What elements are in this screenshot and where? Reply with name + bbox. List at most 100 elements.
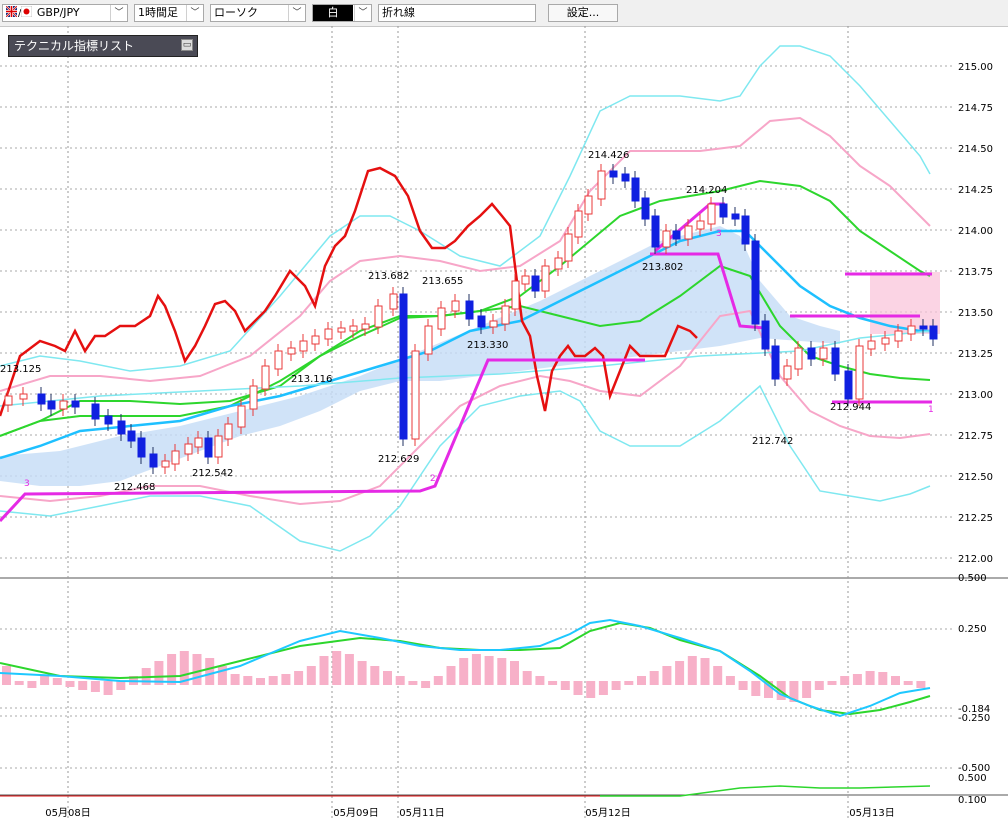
symbol-label: GBP/JPY bbox=[36, 6, 80, 19]
candle-body bbox=[554, 257, 563, 270]
indicator-list-panel[interactable]: テクニカル指標リスト ▭ bbox=[8, 35, 198, 57]
macd-histogram-bar bbox=[598, 681, 608, 695]
wave-label: 3 bbox=[24, 479, 30, 489]
macd-histogram-bar bbox=[90, 681, 100, 692]
indicator-axis: 0.5000.250-0.184-0.250-0.5000.5000.100 bbox=[958, 573, 990, 806]
chevron-down-icon[interactable]: ﹀ bbox=[288, 5, 305, 21]
candle-body bbox=[696, 220, 705, 230]
chevron-down-icon[interactable]: ﹀ bbox=[186, 5, 203, 21]
timeframe-label: 1時間足 bbox=[138, 6, 178, 19]
candle-body bbox=[631, 177, 640, 202]
symbol-select[interactable]: / GBP/JPY ﹀ bbox=[2, 4, 128, 22]
macd-histogram-bar bbox=[624, 681, 634, 685]
candle-body bbox=[684, 225, 693, 240]
macd-histogram-bar bbox=[421, 681, 431, 688]
macd-histogram-bar bbox=[903, 681, 913, 685]
candle-body bbox=[831, 347, 840, 375]
chevron-down-icon[interactable]: ﹀ bbox=[110, 5, 127, 21]
macd-histogram-bar bbox=[332, 651, 342, 685]
candle-body bbox=[389, 293, 398, 310]
macd-histogram-bar bbox=[78, 681, 88, 690]
candle-body bbox=[584, 195, 593, 215]
candle-body bbox=[894, 330, 903, 342]
candle-body bbox=[783, 365, 792, 380]
wave-label: 1 bbox=[928, 405, 934, 415]
macd-histogram-bar bbox=[586, 681, 596, 698]
macd-histogram-bar bbox=[522, 671, 532, 685]
macd-histogram-bar bbox=[662, 666, 672, 685]
macd-histogram-bar bbox=[535, 676, 545, 685]
candle-body bbox=[731, 213, 740, 220]
chart-style-label: ローソク bbox=[214, 6, 258, 19]
indicator-list-title: テクニカル指標リスト bbox=[14, 39, 135, 53]
price-axis: 215.00 214.75 214.50 214.25 214.00 213.75 213.… bbox=[958, 62, 993, 565]
candle-body bbox=[194, 437, 203, 448]
chart-style-select[interactable]: ローソク ﹀ bbox=[210, 4, 306, 22]
candle-body bbox=[761, 320, 770, 350]
candle-body bbox=[919, 325, 928, 330]
price-annotation: 213.125 bbox=[0, 364, 41, 375]
candle-body bbox=[149, 453, 158, 468]
candle-body bbox=[807, 347, 816, 360]
candle-body bbox=[261, 365, 270, 390]
candle-body bbox=[399, 293, 408, 440]
candle-body bbox=[374, 305, 383, 328]
candle-body bbox=[531, 275, 540, 292]
macd-histogram-bar bbox=[751, 681, 761, 696]
candle-body bbox=[574, 210, 583, 238]
indicator-tick-label: 0.250 bbox=[958, 624, 987, 635]
price-tick-label: 214.25 bbox=[958, 185, 993, 196]
candle-body bbox=[794, 347, 803, 370]
maximize-icon[interactable]: ▭ bbox=[181, 39, 193, 51]
color-label: 白 bbox=[313, 5, 353, 21]
candle-body bbox=[521, 275, 530, 285]
macd-histogram-bar bbox=[459, 658, 469, 685]
candle-body bbox=[477, 315, 486, 328]
macd-histogram-bar bbox=[484, 656, 494, 685]
candle-body bbox=[117, 420, 126, 435]
candle-body bbox=[337, 327, 346, 333]
price-chart[interactable]: 215.00 214.75 214.50 214.25 214.00 213.75 213.… bbox=[0, 26, 1008, 820]
macd-histogram-bar bbox=[865, 671, 875, 685]
chevron-down-icon[interactable]: ﹀ bbox=[354, 5, 371, 21]
candle-body bbox=[437, 307, 446, 330]
uk-flag-icon bbox=[6, 6, 17, 17]
candle-body bbox=[424, 325, 433, 355]
candle-body bbox=[465, 300, 474, 320]
macd-histogram-bar bbox=[840, 676, 850, 685]
candle-body bbox=[929, 325, 938, 340]
wave-label: 2 bbox=[430, 474, 436, 484]
candle-body bbox=[651, 215, 660, 248]
price-annotation: 214.426 bbox=[588, 150, 629, 161]
indicator-tick-label: 0.100 bbox=[958, 795, 987, 806]
settings-button[interactable]: 設定... bbox=[548, 4, 618, 22]
candle-body bbox=[771, 345, 780, 380]
candle-body bbox=[287, 347, 296, 355]
indicator-tick-label: 0.500 bbox=[958, 773, 987, 784]
price-tick-label: 212.75 bbox=[958, 431, 993, 442]
candle-body bbox=[361, 323, 370, 330]
macd-histogram-bar bbox=[713, 666, 723, 685]
candle-body bbox=[541, 265, 550, 292]
date-axis: 05月08日 05月09日 05月11日 05月12日 05月13日 bbox=[45, 807, 894, 819]
candle-body bbox=[881, 337, 890, 345]
toolbar: / GBP/JPY ﹀ 1時間足 ﹀ ローソク ﹀ 白 ﹀ 折れ線 設定... bbox=[0, 0, 1008, 27]
timeframe-select[interactable]: 1時間足 ﹀ bbox=[134, 4, 204, 22]
macd-histogram-bar bbox=[357, 661, 367, 685]
color-select[interactable]: 白 ﹀ bbox=[312, 4, 372, 22]
macd-histogram-bar bbox=[243, 676, 253, 685]
candle-body bbox=[907, 325, 916, 335]
candle-body bbox=[91, 403, 100, 420]
macd-histogram-bar bbox=[852, 674, 862, 685]
line-style-field[interactable]: 折れ線 bbox=[378, 4, 536, 22]
macd-histogram-bar bbox=[14, 681, 24, 685]
macd-histogram-bar bbox=[548, 681, 558, 685]
macd-histogram-bar bbox=[497, 658, 507, 685]
macd-histogram-bar bbox=[27, 681, 37, 688]
candle-body bbox=[299, 340, 308, 352]
macd-histogram-bar bbox=[700, 658, 710, 685]
macd-histogram-bar bbox=[573, 681, 583, 695]
date-label: 05月09日 bbox=[333, 807, 378, 819]
macd-histogram-bar bbox=[446, 666, 456, 685]
price-annotation: 214.204 bbox=[686, 185, 727, 196]
